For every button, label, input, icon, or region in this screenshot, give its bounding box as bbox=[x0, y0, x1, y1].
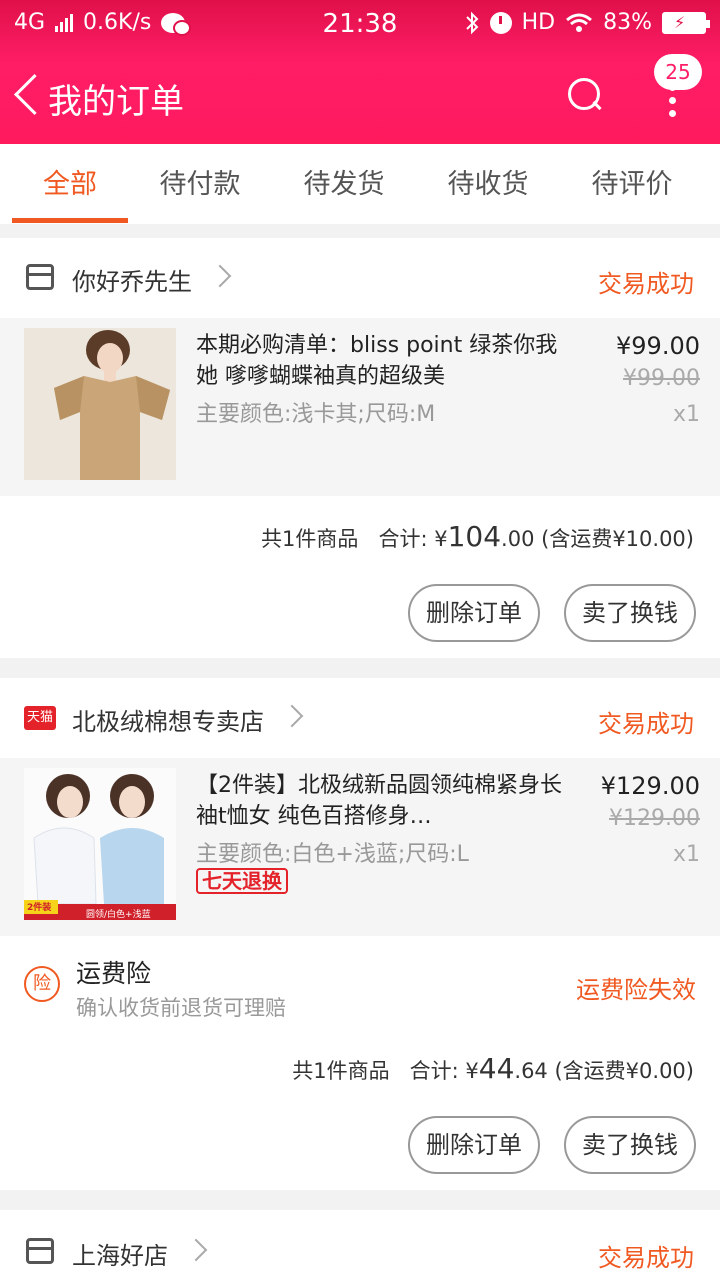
original-price: ¥99.00 bbox=[623, 366, 700, 391]
resell-button[interactable]: 卖了换钱 bbox=[564, 1116, 696, 1174]
total-decimal: .00 bbox=[501, 527, 535, 551]
order-card: 天猫 北极绒棉想专卖店 交易成功 2件装 圆领/白色+浅蓝 【2件装】北极绒新品… bbox=[0, 678, 720, 1190]
total-decimal: .64 bbox=[514, 1059, 548, 1083]
bluetooth-icon bbox=[464, 11, 480, 35]
order-tabs: 全部 待付款 待发货 待收货 待评价 bbox=[0, 144, 720, 224]
tab-all[interactable]: 全部 bbox=[12, 144, 128, 224]
tab-pending-shipment[interactable]: 待发货 bbox=[294, 144, 394, 224]
shop-header[interactable]: 你好乔先生 交易成功 bbox=[0, 238, 720, 316]
total-integer: 44 bbox=[478, 1052, 515, 1085]
original-price: ¥129.00 bbox=[609, 806, 700, 831]
page-title: 我的订单 bbox=[48, 82, 184, 122]
product-quantity: x1 bbox=[672, 402, 700, 427]
product-thumbnail[interactable]: 2件装 圆领/白色+浅蓝 bbox=[24, 768, 176, 920]
order-summary: 共1件商品 合计: ¥44.64 (含运费¥0.00) bbox=[292, 1052, 694, 1085]
tab-pending-payment[interactable]: 待付款 bbox=[150, 144, 250, 224]
status-bar: 4G 0.6K/s 21:38 HD 83% ⚡ bbox=[0, 0, 720, 48]
chevron-right-icon bbox=[280, 704, 304, 728]
product-spec: 主要颜色:浅卡其;尺码:M bbox=[196, 402, 436, 427]
order-card: 上海好店 交易成功 bbox=[0, 1210, 720, 1280]
shop-name[interactable]: 上海好店 bbox=[72, 1236, 168, 1271]
order-item[interactable]: 2件装 圆领/白色+浅蓝 【2件装】北极绒新品圆领纯棉紧身长袖t恤女 纯色百搭修… bbox=[0, 758, 720, 936]
product-title[interactable]: 本期必购清单：bliss point 绿茶你我她 嗲嗲蝴蝶袖真的超级美 bbox=[196, 330, 566, 392]
insurance-icon: 险 bbox=[24, 966, 60, 1002]
nav-bar: 我的订单 25 bbox=[0, 48, 720, 144]
top-bar: 4G 0.6K/s 21:38 HD 83% ⚡ 我的订单 25 bbox=[0, 0, 720, 144]
shop-header[interactable]: 上海好店 交易成功 bbox=[0, 1210, 720, 1280]
battery-percent: 83% bbox=[603, 10, 652, 35]
shipping-fee: (含运费¥10.00) bbox=[541, 527, 694, 551]
tab-pending-receipt[interactable]: 待收货 bbox=[438, 144, 538, 224]
order-summary: 共1件商品 合计: ¥104.00 (含运费¥10.00) bbox=[261, 520, 694, 553]
wifi-icon bbox=[565, 12, 593, 34]
insurance-title: 运费险 bbox=[76, 959, 152, 988]
delete-order-button[interactable]: 删除订单 bbox=[408, 1116, 540, 1174]
resell-button[interactable]: 卖了换钱 bbox=[564, 584, 696, 642]
delete-order-button[interactable]: 删除订单 bbox=[408, 584, 540, 642]
more-menu-icon[interactable] bbox=[664, 84, 680, 124]
item-count: 共1件商品 bbox=[292, 1059, 390, 1083]
insurance-subtitle: 确认收货前退货可理赔 bbox=[76, 996, 286, 1020]
shipping-insurance[interactable]: 险 运费险 确认收货前退货可理赔 运费险失效 bbox=[0, 936, 720, 1036]
order-card: 你好乔先生 交易成功 本期必购清单：bliss point 绿茶你我她 嗲嗲蝴蝶… bbox=[0, 238, 720, 658]
product-price: ¥99.00 bbox=[616, 332, 700, 360]
insurance-status: 运费险失效 bbox=[576, 976, 696, 1004]
tab-indicator bbox=[12, 218, 128, 223]
chevron-right-icon bbox=[208, 264, 232, 288]
total-label: 合计: ¥ bbox=[378, 527, 448, 551]
product-title[interactable]: 【2件装】北极绒新品圆领纯棉紧身长袖t恤女 纯色百搭修身… bbox=[196, 770, 566, 832]
message-count-badge[interactable]: 25 bbox=[654, 54, 702, 90]
total-label: 合计: ¥ bbox=[409, 1059, 479, 1083]
total-integer: 104 bbox=[447, 520, 502, 553]
order-item[interactable]: 本期必购清单：bliss point 绿茶你我她 嗲嗲蝴蝶袖真的超级美 主要颜色… bbox=[0, 318, 720, 496]
order-status: 交易成功 bbox=[598, 710, 694, 738]
thumbnail-label: 2件装 bbox=[27, 903, 52, 913]
shop-name[interactable]: 你好乔先生 bbox=[72, 262, 192, 297]
alarm-icon bbox=[489, 11, 512, 34]
shop-name[interactable]: 北极绒棉想专卖店 bbox=[72, 702, 264, 737]
product-spec: 主要颜色:白色+浅蓝;尺码:L bbox=[196, 842, 469, 867]
shop-icon bbox=[26, 1238, 54, 1264]
product-quantity: x1 bbox=[672, 842, 700, 867]
shipping-fee: (含运费¥0.00) bbox=[554, 1059, 694, 1083]
order-status: 交易成功 bbox=[598, 1244, 694, 1272]
chevron-right-icon bbox=[184, 1238, 208, 1262]
tab-pending-review[interactable]: 待评价 bbox=[582, 144, 682, 224]
shop-header[interactable]: 天猫 北极绒棉想专卖店 交易成功 bbox=[0, 678, 720, 756]
product-thumbnail[interactable] bbox=[24, 328, 176, 480]
battery-icon: ⚡ bbox=[662, 11, 710, 34]
tmall-badge-icon: 天猫 bbox=[24, 706, 56, 730]
item-count: 共1件商品 bbox=[261, 527, 359, 551]
hd-indicator: HD bbox=[521, 10, 556, 35]
order-status: 交易成功 bbox=[598, 270, 694, 298]
search-icon[interactable] bbox=[566, 76, 604, 114]
thumbnail-caption: 圆领/白色+浅蓝 bbox=[86, 910, 151, 920]
product-price: ¥129.00 bbox=[600, 772, 700, 800]
seven-day-return-tag: 七天退换 bbox=[196, 868, 288, 894]
back-icon[interactable] bbox=[12, 74, 44, 118]
shop-icon bbox=[26, 264, 54, 290]
